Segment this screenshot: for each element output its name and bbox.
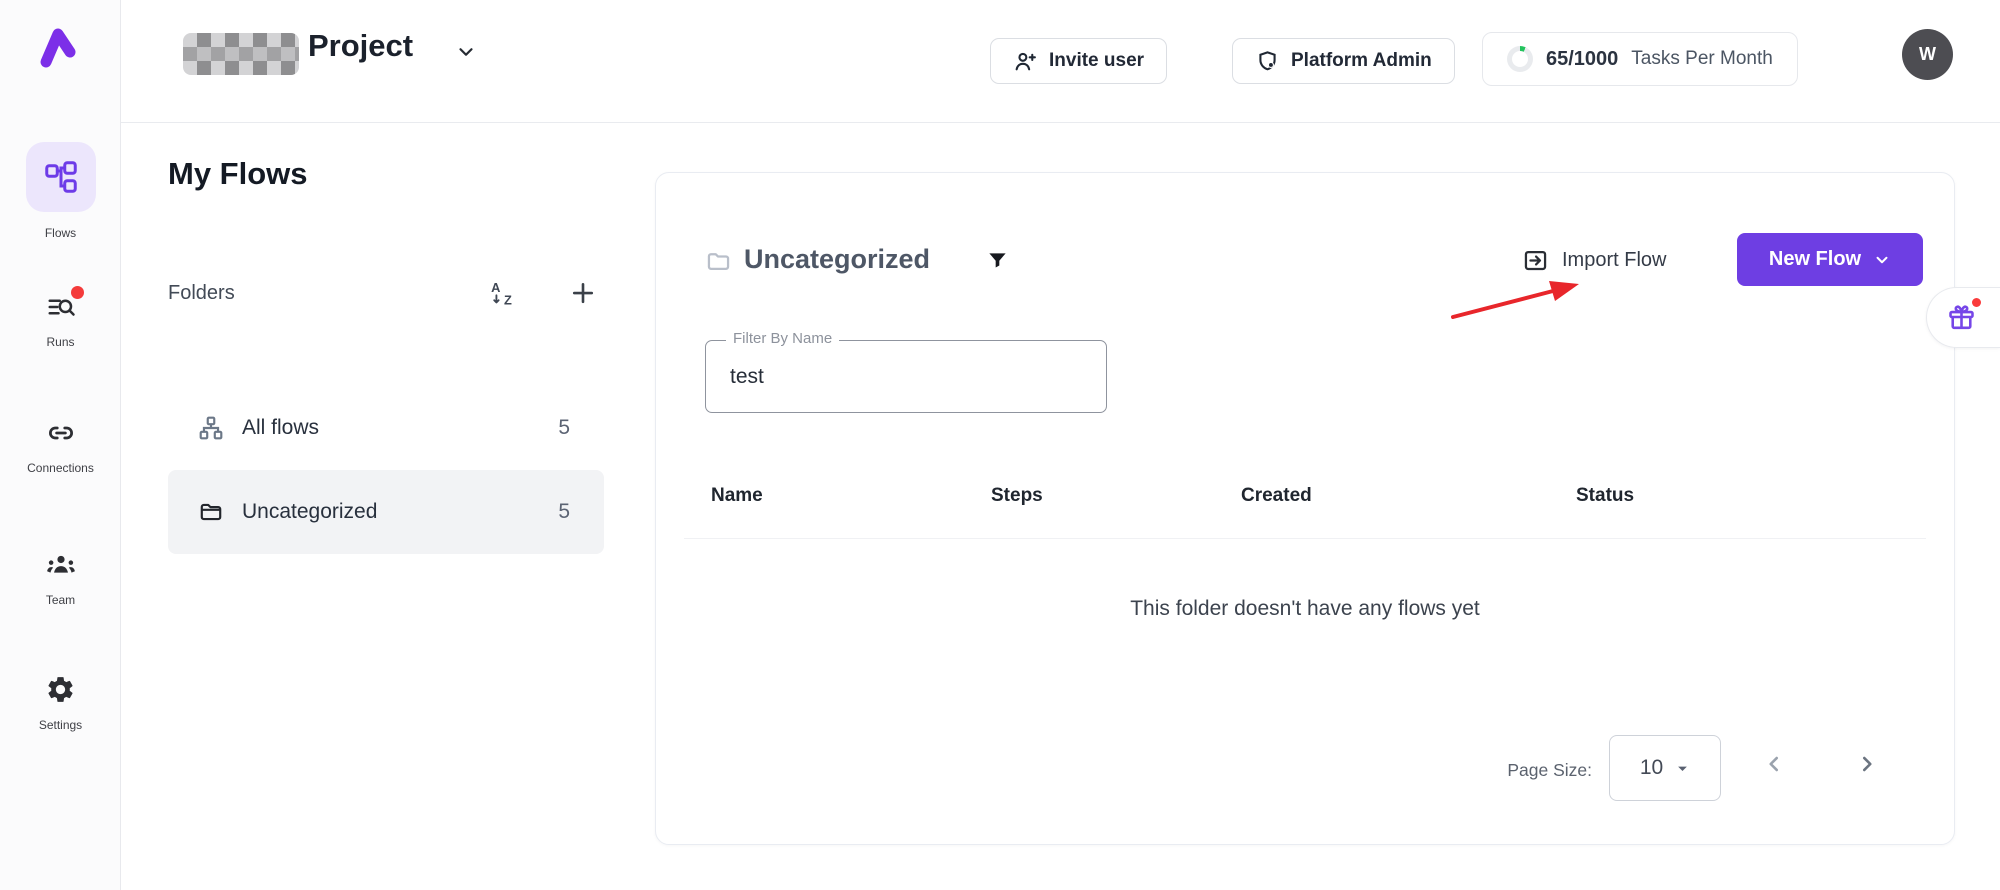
user-avatar[interactable]: W	[1902, 29, 1953, 80]
sidebar-item-team[interactable]: Team	[0, 548, 121, 607]
red-annotation-arrow	[1449, 279, 1589, 321]
table-divider	[684, 538, 1926, 539]
folder-name: Uncategorized	[242, 500, 377, 524]
sidebar-item-flows[interactable]: Flows	[0, 218, 121, 240]
new-flow-button[interactable]: New Flow	[1737, 233, 1923, 286]
filter-by-name-input[interactable]	[730, 341, 1080, 412]
add-folder-button[interactable]	[568, 278, 598, 308]
folder-name: All flows	[242, 416, 319, 440]
svg-text:A: A	[491, 280, 500, 295]
next-page-button[interactable]	[1854, 751, 1880, 777]
column-header-name[interactable]: Name	[711, 485, 763, 507]
flows-panel: Uncategorized Import Flow New Flow Filte…	[655, 172, 1955, 845]
column-header-created[interactable]: Created	[1241, 485, 1312, 507]
caret-down-icon	[1675, 761, 1690, 776]
folder-count: 5	[558, 416, 570, 440]
invite-user-button[interactable]: Invite user	[990, 38, 1167, 84]
sort-az-icon: A Z	[490, 279, 518, 307]
tasks-label: Tasks Per Month	[1631, 48, 1773, 70]
chevron-right-icon	[1854, 751, 1880, 777]
shield-icon	[1255, 49, 1280, 74]
import-flow-label: Import Flow	[1562, 249, 1666, 272]
funnel-icon	[986, 249, 1009, 272]
hierarchy-icon	[198, 415, 224, 441]
folder-count: 5	[558, 500, 570, 524]
column-header-status[interactable]: Status	[1576, 485, 1634, 507]
platform-admin-button[interactable]: Platform Admin	[1232, 38, 1455, 84]
sidebar: Flows Runs Connections Team	[0, 0, 121, 890]
sidebar-item-runs[interactable]: Runs	[0, 292, 121, 349]
tasks-progress-ring	[1507, 46, 1533, 72]
invite-user-label: Invite user	[1049, 50, 1144, 72]
tasks-usage-pill[interactable]: 65/1000 Tasks Per Month	[1482, 32, 1798, 86]
app-logo-icon[interactable]	[37, 25, 79, 71]
project-chevron-down-icon[interactable]	[455, 41, 477, 68]
filter-by-name-field: Filter By Name	[705, 340, 1107, 413]
folder-icon	[198, 499, 224, 525]
sidebar-item-label: Connections	[0, 461, 121, 475]
sidebar-item-label: Runs	[0, 335, 121, 349]
column-header-steps[interactable]: Steps	[991, 485, 1043, 507]
sidebar-item-label: Flows	[0, 226, 121, 240]
folders-header: Folders A Z	[168, 274, 604, 312]
page-size-label: Page Size:	[1507, 760, 1592, 781]
page-title: My Flows	[168, 156, 308, 192]
runs-icon	[46, 292, 76, 322]
plus-icon	[568, 278, 598, 308]
import-icon	[1522, 247, 1549, 274]
filter-funnel-button[interactable]	[986, 249, 1009, 272]
empty-state-message: This folder doesn't have any flows yet	[656, 597, 1954, 621]
chevron-left-icon	[1761, 751, 1787, 777]
sidebar-item-connections[interactable]: Connections	[0, 418, 121, 475]
whats-new-gift-tab[interactable]	[1926, 287, 2000, 348]
person-plus-icon	[1013, 49, 1038, 74]
runs-notification-dot	[71, 286, 84, 299]
gift-icon	[1946, 302, 1977, 333]
sidebar-item-label: Team	[0, 593, 121, 607]
folder-item-all-flows[interactable]: All flows 5	[168, 386, 604, 470]
sort-az-button[interactable]: A Z	[490, 279, 518, 307]
top-header: Project Invite user Platform Admin 65/10…	[121, 0, 2000, 123]
sidebar-item-settings[interactable]: Settings	[0, 674, 121, 732]
project-title[interactable]: Project	[308, 28, 413, 64]
chevron-down-icon	[1873, 251, 1891, 269]
sidebar-item-label: Settings	[0, 718, 121, 732]
gift-notification-dot	[1972, 298, 1981, 307]
workflow-icon	[43, 159, 79, 195]
people-icon	[45, 548, 77, 580]
link-icon	[46, 418, 76, 448]
import-flow-button[interactable]: Import Flow	[1522, 247, 1666, 274]
page-size-value: 10	[1640, 756, 1663, 780]
gear-icon	[45, 674, 76, 705]
folder-icon	[705, 248, 732, 280]
svg-text:Z: Z	[504, 293, 512, 307]
folder-item-uncategorized[interactable]: Uncategorized 5	[168, 470, 604, 554]
page-size-select[interactable]: 10	[1609, 735, 1721, 801]
new-flow-label: New Flow	[1769, 248, 1861, 271]
sidebar-item-flows-highlight	[26, 142, 96, 212]
tasks-count: 65/1000	[1546, 48, 1618, 71]
redacted-project-name	[183, 33, 299, 75]
folders-label: Folders	[168, 282, 235, 305]
previous-page-button[interactable]	[1761, 751, 1787, 777]
platform-admin-label: Platform Admin	[1291, 50, 1432, 72]
panel-folder-title: Uncategorized	[744, 244, 930, 275]
